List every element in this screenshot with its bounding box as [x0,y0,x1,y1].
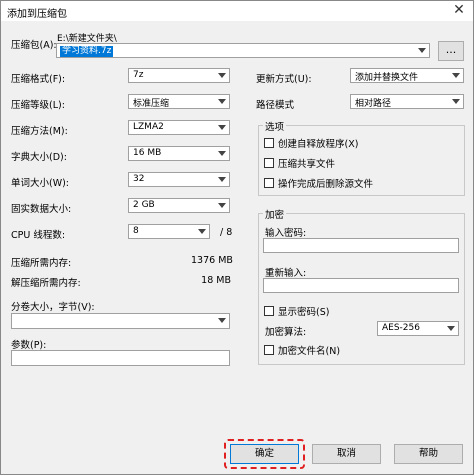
level-select[interactable]: 标准压缩 [128,94,230,109]
update-value: 添加并替换文件 [355,73,419,83]
method-select[interactable]: LZMA2 [128,120,230,135]
volume-label: 分卷大小，字节(V): [11,302,95,313]
archive-filename: 学习资料.7z [60,46,114,57]
params-input[interactable] [11,350,230,366]
chevron-down-icon [452,99,460,104]
dict-label: 字典大小(D): [11,152,67,163]
volume-combo[interactable] [11,313,230,329]
encrypt-names-checkbox[interactable] [264,345,274,355]
reenter-label: 重新输入: [265,268,307,279]
encryption-method-value: AES-256 [382,323,420,333]
window-title: 添加到压缩包 [7,9,67,20]
sfx-checkbox[interactable] [264,138,274,148]
encrypt-names-label: 加密文件名(N) [278,346,341,357]
shared-checkbox[interactable] [264,158,274,168]
delete-checkbox[interactable] [264,178,274,188]
params-label: 参数(P): [11,340,47,351]
dict-select[interactable]: 16 MB [128,146,230,161]
solid-value: 2 GB [133,200,155,210]
cancel-button[interactable]: 取消 [312,444,381,464]
help-button[interactable]: 帮助 [394,444,463,464]
chevron-down-icon [218,203,226,208]
archive-label: 压缩包(A): [11,40,57,51]
chevron-down-icon [218,99,226,104]
method-label: 压缩方法(M): [11,126,68,137]
format-select[interactable]: 7z [128,68,230,83]
archive-name-combo[interactable]: 学习资料.7z [56,43,430,58]
pathmode-value: 相对路径 [355,99,392,109]
shared-label: 压缩共享文件 [278,159,336,170]
level-value: 标准压缩 [133,99,170,109]
password-label: 输入密码: [265,228,307,239]
chevron-down-icon [452,73,460,78]
ok-button[interactable]: 确定 [230,444,299,464]
chevron-down-icon [218,177,226,182]
method-value: LZMA2 [133,122,164,132]
add-to-archive-dialog: 添加到压缩包 ✕ 压缩包(A): E:\新建文件夹\ 学习资料.7z ... 压… [0,0,474,475]
level-label: 压缩等级(L): [11,100,65,111]
format-value: 7z [133,70,144,80]
encryption-method-select[interactable]: AES-256 [377,321,459,336]
options-legend: 选项 [263,119,287,133]
solid-label: 固实数据大小: [11,204,72,215]
close-icon[interactable]: ✕ [451,2,467,18]
word-value: 32 [133,174,145,184]
threads-value: 8 [133,226,139,236]
word-select[interactable]: 32 [128,172,230,187]
show-password-checkbox[interactable] [264,306,274,316]
word-label: 单词大小(W): [11,178,70,189]
encryption-method-label: 加密算法: [265,327,307,338]
chevron-down-icon [198,229,206,234]
delete-label: 操作完成后删除源文件 [278,179,374,190]
chevron-down-icon [218,318,226,323]
mem-compress-value: 1376 MB [191,255,233,266]
chevron-down-icon[interactable] [418,48,426,53]
encryption-legend: 加密 [263,207,287,221]
reenter-password-input[interactable] [263,278,459,293]
show-password-label: 显示密码(S) [278,307,330,318]
pathmode-label: 路径模式 [256,100,295,111]
mem-decompress-label: 解压缩所需内存: [11,278,81,289]
mem-compress-label: 压缩所需内存: [11,258,72,269]
update-select[interactable]: 添加并替换文件 [350,68,464,83]
mem-decompress-value: 18 MB [201,275,231,286]
update-label: 更新方式(U): [256,74,312,85]
chevron-down-icon [218,125,226,130]
chevron-down-icon [218,151,226,156]
chevron-down-icon [447,326,455,331]
threads-total: / 8 [220,227,233,238]
solid-select[interactable]: 2 GB [128,198,230,213]
browse-button[interactable]: ... [438,41,464,61]
threads-label: CPU 线程数: [11,230,66,241]
threads-select[interactable]: 8 [128,224,210,239]
dict-value: 16 MB [133,148,162,158]
password-input[interactable] [263,238,459,253]
title-bar: 添加到压缩包 ✕ [1,1,473,21]
pathmode-select[interactable]: 相对路径 [350,94,464,109]
chevron-down-icon [218,73,226,78]
sfx-label: 创建自释放程序(X) [278,139,359,150]
format-label: 压缩格式(F): [11,74,66,85]
